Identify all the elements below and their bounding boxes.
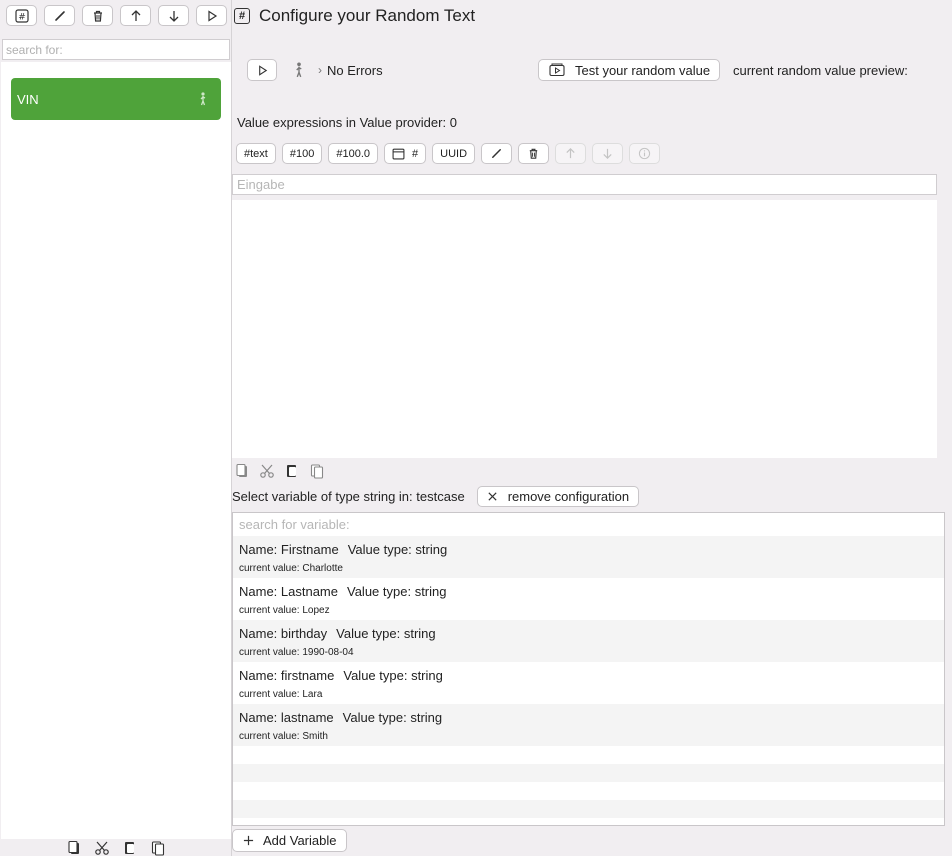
variable-list-item[interactable]: Name: Lastname Value type: string current… [233,578,944,620]
variable-name: Name: firstname [239,668,335,683]
title-row: # Configure your Random Text [234,6,475,26]
variable-current-value: current value: Lopez [239,605,330,616]
paste-icon[interactable] [284,463,300,479]
delete-button[interactable] [82,5,113,26]
variable-current-value: current value: Charlotte [239,563,343,574]
plus-icon [243,835,254,846]
edit-expression-button[interactable] [481,143,513,164]
variable-list-item[interactable]: Name: birthday Value type: string current… [233,620,944,662]
copy-icon[interactable] [66,840,82,856]
expression-clipboard-bar [234,463,325,479]
add-date-expression-button[interactable]: # [384,143,427,164]
variable-select-row: Select variable of type string in: testc… [232,486,640,507]
variable-type: Value type: string [343,668,443,683]
variable-current-value: current value: 1990-08-04 [239,647,354,658]
expression-input[interactable] [232,174,937,195]
sidebar-clipboard-bar [0,839,231,856]
scissors-icon[interactable] [259,463,275,479]
duplicate-icon[interactable] [150,840,166,856]
variable-name: Name: Firstname [239,542,339,557]
sidebar-toolbar: # [6,5,227,26]
variable-name: Name: lastname [239,710,334,725]
arrow-up-icon [566,148,575,159]
run-button[interactable] [196,5,227,26]
test-button-label: Test your random value [575,62,711,78]
run-row: › No Errors [247,59,383,81]
close-icon [488,492,497,501]
remove-configuration-label: remove configuration [507,489,630,504]
test-random-value-button[interactable]: Test your random value [538,59,721,81]
play-window-icon [549,63,565,77]
variable-type: Value type: string [347,542,448,557]
trash-icon [529,148,538,159]
expression-list[interactable] [232,200,937,458]
sidebar: # VIN [0,0,232,856]
variable-type: Value type: string [347,584,447,599]
play-icon [258,64,267,76]
sidebar-search-input[interactable] [2,39,230,60]
expression-toolbar: #text #100 #100.0 # UUID [236,143,661,164]
variable-name: Name: birthday [239,626,328,641]
empty-row [233,782,944,800]
info-icon [638,147,651,160]
paste-icon[interactable] [122,840,138,856]
error-status: No Errors [327,62,383,78]
variable-name: Name: Lastname [239,584,338,599]
variable-search-input[interactable] [233,513,944,536]
list-item-vin[interactable]: VIN [11,78,221,120]
trash-icon [93,10,102,22]
hash-box-icon: # [14,8,29,23]
variable-list-item[interactable]: Name: Firstname Value type: string curren… [233,536,944,578]
edit-button[interactable] [44,5,75,26]
calendar-icon [392,148,405,160]
empty-row [233,764,944,782]
arrow-up-icon [131,9,140,21]
add-decimal-expression-button[interactable]: #100.0 [328,143,378,164]
person-icon [296,62,302,78]
empty-row [233,800,944,818]
remove-configuration-button[interactable]: remove configuration [476,486,640,507]
date-hash-label: # [412,147,419,160]
add-uuid-expression-button[interactable]: UUID [432,143,476,164]
scissors-icon[interactable] [94,840,110,856]
delete-expression-button[interactable] [518,143,550,164]
add-integer-expression-button[interactable]: #100 [281,143,323,164]
move-down-button[interactable] [158,5,189,26]
person-icon [200,92,206,106]
pencil-icon [492,149,501,158]
variable-current-value: current value: Lara [239,689,323,700]
variable-list-item[interactable]: Name: firstname Value type: string curren… [233,662,944,704]
duplicate-icon[interactable] [309,463,325,479]
empty-row [233,746,944,764]
add-text-expression-button[interactable]: #text [236,143,276,164]
svg-text:#: # [18,12,26,22]
variable-type: Value type: string [342,710,443,725]
copy-icon[interactable] [234,463,250,479]
variable-list-panel: Name: Firstname Value type: string curren… [232,512,945,826]
variable-list-item[interactable]: Name: lastname Value type: string current… [233,704,944,746]
variable-type: Value type: string [336,626,436,641]
add-random-text-button[interactable]: # [6,5,37,26]
pencil-icon [54,10,65,21]
chevron-right-icon[interactable]: › [318,63,322,77]
hash-box-icon: # [234,8,250,24]
variable-current-value: current value: Smith [239,731,328,742]
move-expression-down-button[interactable] [592,143,624,164]
expression-info-button[interactable] [629,143,661,164]
play-icon [207,9,217,22]
list-item-label: VIN [17,92,39,107]
page-title: Configure your Random Text [259,6,476,25]
random-text-list: VIN [1,62,231,839]
expression-count: Value expressions in Value provider: 0 [237,115,457,130]
add-variable-button[interactable]: Add Variable [232,829,348,852]
arrow-down-icon [603,148,612,159]
main-panel: # Configure your Random Text › No Errors… [232,0,952,856]
move-up-button[interactable] [120,5,151,26]
run-random-button[interactable] [247,59,277,81]
add-variable-label: Add Variable [263,833,337,848]
variable-select-label: Select variable of type string in: testc… [232,489,465,504]
arrow-down-icon [169,10,178,22]
preview-label: current random value preview: [733,63,908,78]
move-expression-up-button[interactable] [555,143,587,164]
